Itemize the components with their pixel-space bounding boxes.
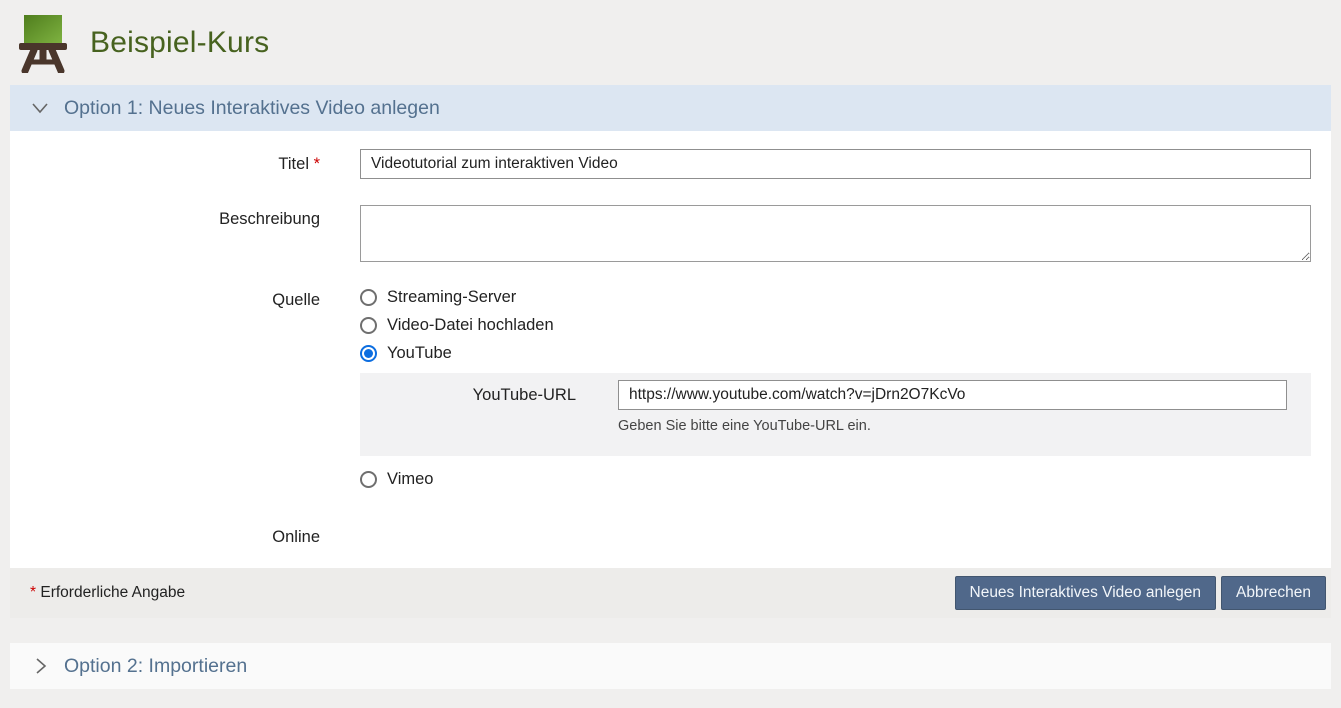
radio-option-video-datei[interactable]: Video-Datei hochladen bbox=[360, 316, 1311, 335]
radio-icon[interactable] bbox=[360, 289, 377, 306]
radio-option-vimeo[interactable]: Vimeo bbox=[360, 470, 1311, 489]
youtube-url-box: YouTube-URL Geben Sie bitte eine YouTube… bbox=[360, 373, 1311, 456]
radio-option-youtube[interactable]: YouTube bbox=[360, 344, 1311, 363]
section2-title: Option 2: Importieren bbox=[64, 655, 247, 678]
required-asterisk: * bbox=[314, 155, 320, 173]
required-hint: * Erforderliche Angabe bbox=[30, 584, 185, 602]
app-header: Beispiel-Kurs bbox=[0, 0, 1341, 85]
course-easel-icon bbox=[18, 15, 68, 73]
online-row: Online bbox=[10, 528, 1331, 547]
radio-icon[interactable] bbox=[360, 317, 377, 334]
section-header-option1[interactable]: Option 1: Neues Interaktives Video anleg… bbox=[10, 85, 1331, 131]
radio-label: Video-Datei hochladen bbox=[387, 316, 554, 335]
option1-panel: Option 1: Neues Interaktives Video anleg… bbox=[10, 85, 1331, 618]
cancel-button[interactable]: Abbrechen bbox=[1221, 576, 1326, 610]
section1-title: Option 1: Neues Interaktives Video anleg… bbox=[64, 97, 440, 120]
radio-option-streaming-server[interactable]: Streaming-Server bbox=[360, 288, 1311, 307]
titel-row: Titel * bbox=[10, 149, 1331, 179]
radio-icon[interactable] bbox=[360, 471, 377, 488]
submit-button[interactable]: Neues Interaktives Video anlegen bbox=[955, 576, 1217, 610]
quelle-row: Quelle Streaming-Server Video-Datei hoch… bbox=[10, 288, 1331, 498]
beschreibung-textarea[interactable] bbox=[360, 205, 1311, 262]
youtube-url-help: Geben Sie bitte eine YouTube-URL ein. bbox=[618, 418, 1311, 434]
chevron-right-icon bbox=[29, 655, 51, 677]
youtube-url-input[interactable] bbox=[618, 380, 1287, 410]
radio-label: YouTube bbox=[387, 344, 452, 363]
chevron-down-icon bbox=[29, 97, 51, 119]
radio-label: Vimeo bbox=[387, 470, 433, 489]
radio-icon[interactable] bbox=[360, 345, 377, 362]
youtube-url-label: YouTube-URL bbox=[360, 380, 618, 410]
quelle-label: Quelle bbox=[10, 288, 360, 498]
page-title: Beispiel-Kurs bbox=[90, 26, 269, 60]
option1-form: Titel * Beschreibung Quelle Streaming-Se… bbox=[10, 131, 1331, 568]
titel-label: Titel * bbox=[10, 149, 360, 179]
beschreibung-label: Beschreibung bbox=[10, 205, 360, 267]
form-footer: * Erforderliche Angabe Neues Interaktive… bbox=[10, 568, 1331, 618]
section-header-option2[interactable]: Option 2: Importieren bbox=[10, 643, 1331, 689]
beschreibung-row: Beschreibung bbox=[10, 205, 1331, 267]
required-asterisk: * bbox=[30, 584, 36, 601]
radio-label: Streaming-Server bbox=[387, 288, 516, 307]
section-gap bbox=[0, 618, 1341, 643]
option2-panel: Option 2: Importieren bbox=[10, 643, 1331, 689]
online-label: Online bbox=[10, 528, 360, 547]
titel-input[interactable] bbox=[360, 149, 1311, 179]
